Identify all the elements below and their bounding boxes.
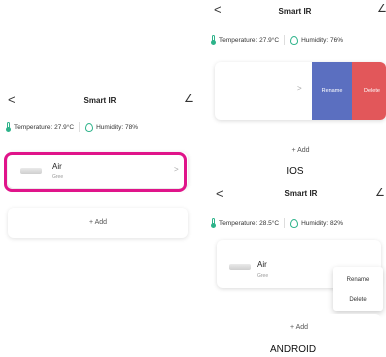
rename-menu-item[interactable]: Rename (333, 277, 383, 283)
edit-icon[interactable]: ∠ (375, 186, 385, 199)
left-screen: < Smart IR ∠ Temperature: 27.9°C Humidit… (0, 84, 198, 264)
add-device-button[interactable]: + Add (217, 314, 381, 342)
delete-button[interactable]: Delete (352, 62, 386, 120)
environment-row: Temperature: 27.9°C Humidity: 76% (211, 35, 343, 45)
humidity-value: 76% (329, 36, 343, 44)
page-title: Smart IR (83, 96, 117, 105)
thermometer-icon (211, 218, 216, 228)
rename-button[interactable]: Rename (312, 62, 352, 120)
device-room: Gree (257, 273, 269, 279)
humidity-icon (85, 122, 94, 132)
divider (284, 35, 286, 45)
temperature-label: Temperature: (219, 219, 258, 227)
humidity-label: Humidity: (301, 219, 329, 227)
android-caption: ANDROID (269, 344, 317, 355)
temperature-value: 28.5°C (259, 219, 280, 227)
edit-icon[interactable]: ∠ (184, 92, 194, 105)
environment-row: Temperature: 27.9°C Humidity: 78% (6, 122, 138, 132)
context-menu: Rename Delete (333, 267, 383, 311)
page-title: Smart IR (278, 7, 312, 16)
temperature-label: Temperature: (219, 36, 258, 44)
divider (284, 218, 286, 228)
humidity-icon (290, 35, 299, 45)
android-screen: < Smart IR ∠ Temperature: 28.5°C Humidit… (205, 182, 386, 355)
humidity-value: 82% (329, 219, 343, 227)
device-name: Air (257, 260, 267, 269)
thermometer-icon (6, 122, 11, 132)
humidity-icon (290, 218, 299, 228)
page-title: Smart IR (284, 189, 318, 198)
environment-row: Temperature: 28.5°C Humidity: 82% (211, 218, 343, 228)
back-icon[interactable]: < (8, 92, 16, 107)
humidity-value: 78% (124, 123, 138, 131)
ios-caption: IOS (286, 166, 304, 177)
humidity-label: Humidity: (96, 123, 124, 131)
chevron-right-icon: > (297, 84, 302, 93)
humidity-label: Humidity: (301, 36, 329, 44)
add-device-button[interactable]: + Add (215, 128, 386, 168)
back-icon[interactable]: < (214, 2, 222, 17)
temperature-value: 27.9°C (54, 123, 75, 131)
temperature-label: Temperature: (14, 123, 53, 131)
ios-screen: < Smart IR ∠ Temperature: 27.9°C Humidit… (205, 0, 386, 177)
thermometer-icon (211, 35, 216, 45)
air-conditioner-icon (229, 264, 251, 270)
divider (79, 122, 81, 132)
delete-menu-item[interactable]: Delete (333, 297, 383, 303)
temperature-value: 27.9°C (259, 36, 280, 44)
back-icon[interactable]: < (216, 186, 224, 201)
add-device-button[interactable]: + Add (8, 208, 188, 238)
device-card-swiped[interactable]: > Rename Delete (215, 62, 386, 120)
edit-icon[interactable]: ∠ (377, 2, 386, 15)
highlight-box (4, 152, 187, 192)
